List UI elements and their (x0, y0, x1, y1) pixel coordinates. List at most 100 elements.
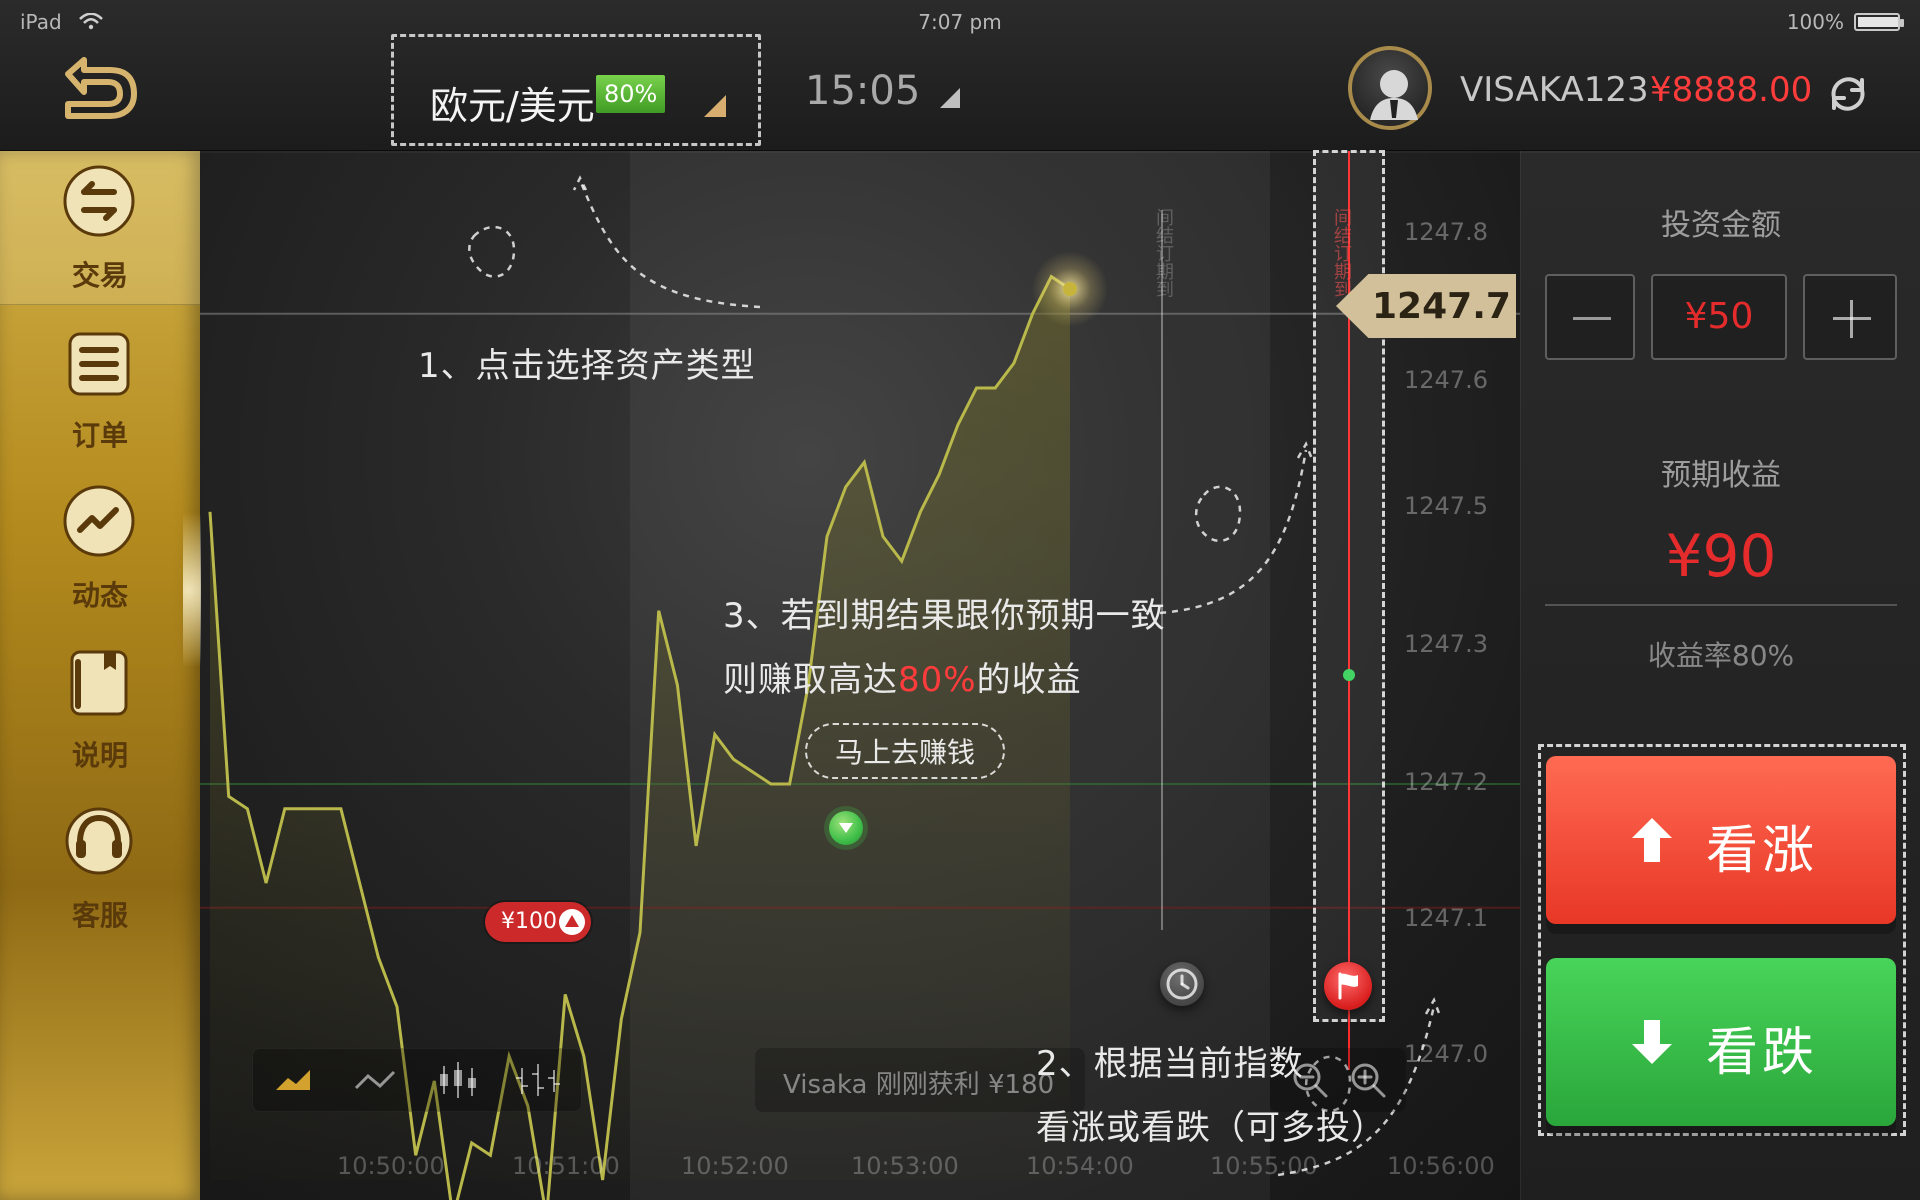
annotation-step2-line2: 看涨或看跌（可多投） (1036, 1108, 1386, 1148)
y-tick: 1247.8 (1404, 218, 1488, 246)
chart-type-area-button[interactable] (252, 1048, 334, 1112)
amount-increase-button[interactable] (1803, 274, 1897, 360)
sidebar: 交易 订单 动态 说明 客服 (0, 150, 201, 1200)
ohlc-icon (516, 1064, 560, 1096)
expiry-time-selector[interactable]: 15:05 (785, 66, 965, 126)
current-price-tag: 1247.7 (1336, 274, 1516, 338)
back-icon (65, 57, 137, 119)
x-tick: 10:50:00 (337, 1152, 445, 1180)
sidebar-label-guide: 说明 (71, 739, 128, 772)
arrow-up-icon (1632, 818, 1672, 862)
x-tick: 10:52:00 (681, 1152, 789, 1180)
zoom-in-button[interactable] (1346, 1058, 1390, 1102)
position-amount: ¥100 (501, 909, 557, 934)
annotation-step3-prefix: 则赚取高达 (723, 660, 898, 700)
invest-amount-title: 投资金额 (1661, 208, 1781, 243)
expected-profit-amount: ¥90 (1665, 522, 1777, 590)
annotation-step1: 1、点击选择资产类型 (418, 346, 756, 386)
expiry-dropdown-caret-icon (940, 88, 960, 108)
clock-icon (1166, 968, 1198, 1000)
swap-icon (60, 162, 138, 240)
activity-icon (60, 482, 138, 560)
battery-percent: 100% (1786, 10, 1844, 34)
expiry-clock-button[interactable] (1160, 962, 1204, 1006)
y-tick: 1247.6 (1404, 366, 1488, 394)
support-icon (60, 802, 138, 880)
username: VISAKA123 (1460, 70, 1649, 110)
chart-type-line-button[interactable] (334, 1048, 416, 1112)
current-position-flag-button[interactable] (1324, 962, 1372, 1010)
expiry-time: 15:05 (805, 68, 921, 114)
profit-rate: 收益率80% (1647, 639, 1795, 672)
zoom-in-icon (1351, 1063, 1386, 1098)
x-tick: 10:53:00 (851, 1152, 959, 1180)
sidebar-label-trade: 交易 (71, 259, 128, 292)
asset-selector[interactable]: 欧元/美元 80% (391, 34, 761, 146)
buy-down-button[interactable]: 看跌 (1546, 958, 1896, 1126)
chart-type-switcher (252, 1048, 582, 1112)
y-tick: 1247.2 (1404, 768, 1488, 796)
back-button[interactable] (50, 52, 142, 124)
buy-down-label: 看跌 (1706, 1023, 1819, 1083)
green-down-marker-icon (829, 811, 863, 845)
candlestick-icon (440, 1062, 476, 1098)
ticker-text: Visaka 刚刚获利 ¥180 (783, 1070, 1055, 1100)
user-avatar[interactable] (1348, 46, 1432, 130)
sidebar-item-activity[interactable]: 动态 (0, 470, 200, 625)
amount-input[interactable]: ¥50 (1651, 274, 1787, 360)
asset-payout-badge: 80% (596, 75, 666, 113)
annotation-step2-line1: 2、根据当前指数 (1036, 1044, 1304, 1084)
annotation-step3-suffix: 的收益 (976, 660, 1082, 700)
start-earning-button[interactable]: 马上去赚钱 (805, 723, 1005, 779)
header: iPad 7:07 pm 100% 欧元/美元 80% 15:05 VISAKA… (0, 0, 1920, 151)
chart-type-candlestick-button[interactable] (416, 1048, 498, 1112)
sidebar-item-trade[interactable]: 交易 (0, 150, 200, 305)
flag-icon (1338, 972, 1358, 1000)
divider (1545, 604, 1897, 606)
x-tick: 10:55:00 (1210, 1152, 1318, 1180)
asset-dropdown-caret-icon (704, 95, 726, 117)
y-tick: 1247.1 (1404, 904, 1488, 932)
buy-up-button[interactable]: 看涨 (1546, 756, 1896, 924)
arrow-down-icon (1632, 1020, 1672, 1064)
status-bar-right: 100% (1786, 10, 1904, 34)
chart-type-ohlc-button[interactable] (498, 1048, 580, 1112)
annotation-step3-line2: 则赚取高达80%的收益 (723, 652, 1082, 701)
sidebar-label-support: 客服 (71, 899, 128, 932)
y-tick: 1247.5 (1404, 492, 1488, 520)
x-tick: 10:56:00 (1387, 1152, 1495, 1180)
battery-fill (1858, 17, 1898, 27)
x-tick: 10:51:00 (512, 1152, 620, 1180)
status-bar-time: 7:07 pm (0, 10, 1920, 34)
orders-icon (60, 322, 138, 400)
app-root: iPad 7:07 pm 100% 欧元/美元 80% 15:05 VISAKA… (0, 0, 1920, 1200)
sidebar-label-orders: 订单 (71, 419, 128, 452)
y-tick: 1247.3 (1404, 630, 1488, 658)
refresh-icon (1831, 77, 1865, 111)
area-chart-icon (276, 1070, 310, 1090)
current-price-point (1063, 282, 1077, 296)
battery-icon (1854, 13, 1904, 31)
annotation-step3-highlight: 80% (898, 660, 977, 700)
up-arrow-icon (559, 909, 585, 935)
expiry-vertical-label: 间结订期到 (1153, 208, 1174, 298)
position-marker[interactable]: ¥100 (485, 902, 591, 942)
expected-profit-title: 预期收益 (1661, 458, 1781, 493)
x-tick: 10:54:00 (1026, 1152, 1134, 1180)
sidebar-item-support[interactable]: 客服 (0, 790, 200, 945)
amount-value: ¥50 (1684, 296, 1754, 337)
line-chart-icon (354, 1070, 396, 1090)
current-price: 1247.7 (1372, 286, 1511, 327)
buy-up-label: 看涨 (1706, 821, 1819, 881)
status-time: 7:07 pm (918, 10, 1002, 34)
sidebar-label-activity: 动态 (71, 579, 128, 612)
user-icon (1370, 70, 1418, 120)
annotation-step3-line1: 3、若到期结果跟你预期一致 (723, 596, 1166, 636)
amount-decrease-button[interactable] (1545, 274, 1635, 360)
sidebar-item-orders[interactable]: 订单 (0, 310, 200, 465)
account-balance: ¥8888.00 (1650, 70, 1813, 110)
refresh-button[interactable] (1826, 72, 1870, 116)
guide-icon (60, 642, 138, 720)
y-tick: 1247.0 (1404, 1040, 1488, 1068)
sidebar-item-guide[interactable]: 说明 (0, 630, 200, 785)
